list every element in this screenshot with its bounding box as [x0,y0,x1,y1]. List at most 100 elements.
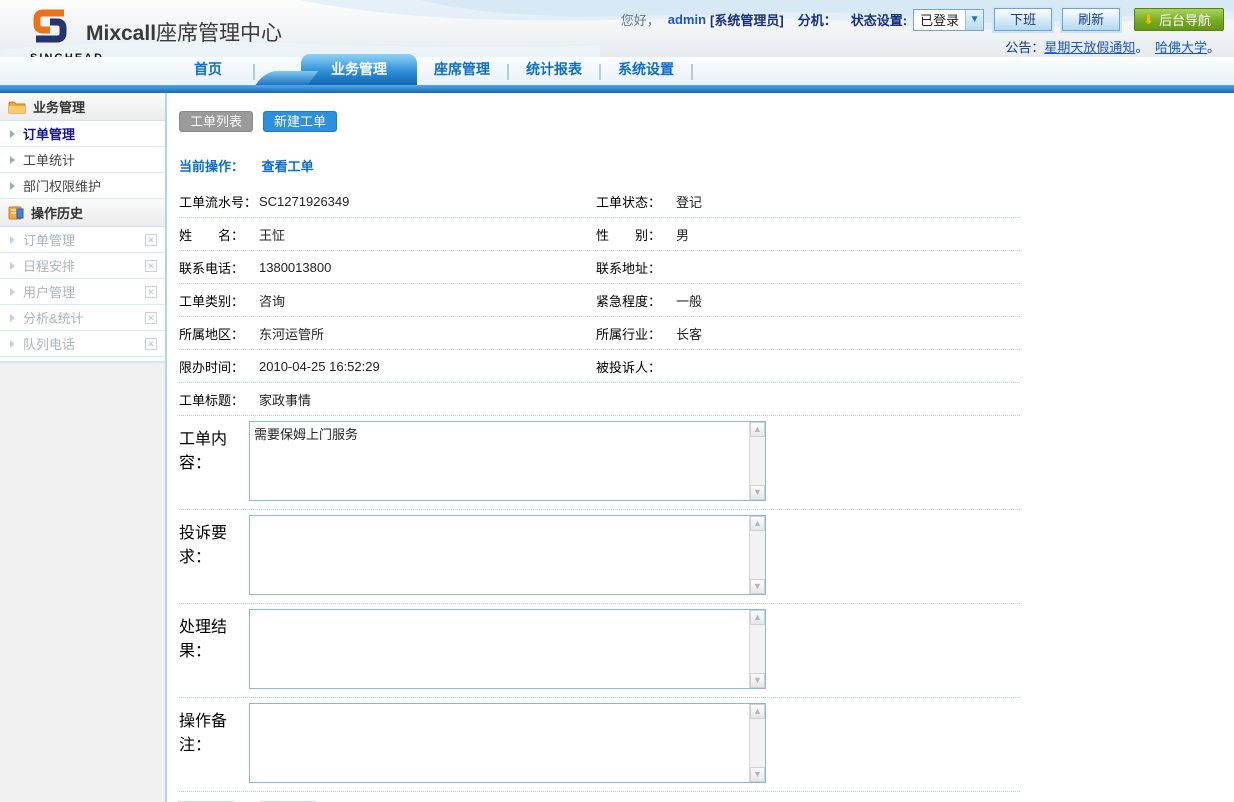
down-arrow-icon: ⬇ [1143,12,1154,28]
status-select[interactable]: 已登录 ▼ [913,9,984,31]
close-icon[interactable]: ✕ [145,312,157,324]
nav-divider [253,64,255,80]
scroll-down-icon[interactable]: ▼ [750,767,765,782]
operation-note-wrap: ▲ ▼ [249,703,766,783]
operation-note-textarea[interactable] [250,704,749,782]
field-label: 操作备注： [179,703,249,783]
form-row-region-industry: 所属地区： 东河运管所 所属行业： 长客 [179,317,1020,350]
extension-label: 分机： [798,10,837,29]
scroll-down-icon[interactable]: ▼ [750,673,765,688]
tab-business-management[interactable]: 业务管理 [301,54,417,85]
announcement-link-2[interactable]: 哈佛大学 [1155,40,1207,55]
close-icon[interactable]: ✕ [145,260,157,272]
field-label: 所属地区： [179,324,259,343]
ticket-list-button[interactable]: 工单列表 [179,111,253,132]
title-en: Mixcall [86,22,156,45]
new-ticket-button[interactable]: 新建工单 [263,111,337,132]
username: admin [668,12,706,27]
scrollbar[interactable]: ▲ ▼ [749,610,765,688]
scroll-up-icon[interactable]: ▲ [750,704,765,719]
announcement-link-1[interactable]: 星期天放假通知 [1044,40,1135,55]
arrow-right-icon [10,314,15,322]
sidebar-section-business[interactable]: 业务管理 [0,93,165,121]
singhead-logo-icon [28,6,72,46]
history-item-analysis-statistics[interactable]: 分析&统计 ✕ [0,305,165,331]
scroll-up-icon[interactable]: ▲ [750,610,765,625]
tab-statistics-report[interactable]: 统计报表 [509,54,599,85]
sidebar: 业务管理 订单管理 工单统计 部门权限维护 操作历史 订单管理 ✕ [0,93,167,802]
folder-icon [8,100,26,114]
field-label: 所属行业： [596,324,676,343]
history-item-order-management[interactable]: 订单管理 ✕ [0,227,165,253]
scrollbar[interactable]: ▲ ▼ [749,516,765,594]
sidebar-item-label: 订单管理 [23,230,75,249]
complaint-request-textarea[interactable] [250,516,749,594]
history-item-schedule[interactable]: 日程安排 ✕ [0,253,165,279]
form-row-content: 工单内容： 需要保姆上门服务 ▲ ▼ [179,416,1020,510]
field-label: 联系电话： [179,258,259,277]
history-icon [8,206,24,220]
scrollbar[interactable]: ▲ ▼ [749,704,765,782]
chevron-down-icon[interactable]: ▼ [965,10,983,30]
history-item-queue-calls[interactable]: 队列电话 ✕ [0,331,165,357]
ticket-content-textarea[interactable]: 需要保姆上门服务 [250,422,749,500]
form-row-title: 工单标题： 家政事情 [179,383,1020,416]
backstage-nav-button[interactable]: ⬇ 后台导航 [1134,8,1224,31]
field-label: 工单流水号： [179,192,259,211]
current-operation: 当前操作： 查看工单 [179,156,1234,175]
tab-home[interactable]: 首页 [163,54,253,85]
field-label: 联系地址： [596,258,676,277]
field-label: 工单标题： [179,390,259,409]
tab-system-settings[interactable]: 系统设置 [601,54,691,85]
form-row-category-urgency: 工单类别： 咨询 紧急程度： 一般 [179,284,1020,317]
sidebar-item-label: 部门权限维护 [23,176,101,195]
ticket-serial-value: SC1271926349 [259,194,596,209]
ticket-form: 工单流水号： SC1271926349 工单状态： 登记 姓 名： 王怔 性 别… [179,185,1020,792]
status-select-value: 已登录 [914,10,965,29]
ticket-status-value: 登记 [676,192,1020,211]
customer-name-value: 王怔 [259,225,596,244]
form-row-serial-status: 工单流水号： SC1271926349 工单状态： 登记 [179,185,1020,218]
title-cn: 座席管理中心 [156,22,282,45]
form-row-operation-note: 操作备注： ▲ ▼ [179,698,1020,792]
tab-seat-management[interactable]: 座席管理 [417,54,507,85]
sidebar-item-ticket-statistics[interactable]: 工单统计 [0,147,165,173]
field-label: 被投诉人： [596,357,676,376]
sidebar-item-order-management[interactable]: 订单管理 [0,121,165,147]
industry-value: 长客 [676,324,1020,343]
field-label: 性 别： [596,225,676,244]
gender-value: 男 [676,225,1020,244]
sidebar-filler [0,361,165,802]
nav-divider [691,64,693,80]
sidebar-item-label: 工单统计 [23,150,75,169]
phone-value: 1380013800 [259,260,596,275]
sidebar-section-history[interactable]: 操作历史 [0,199,165,227]
refresh-button[interactable]: 刷新 [1062,8,1120,31]
scroll-down-icon[interactable]: ▼ [750,485,765,500]
scroll-down-icon[interactable]: ▼ [750,579,765,594]
form-row-complaint-request: 投诉要求： ▲ ▼ [179,510,1020,604]
field-label: 姓 名： [179,225,259,244]
off-duty-button[interactable]: 下班 [994,8,1052,31]
handle-result-textarea[interactable] [250,610,749,688]
sidebar-item-label: 队列电话 [23,334,75,353]
sidebar-item-label: 用户管理 [23,282,75,301]
user-bar: 您好， admin [系统管理员] 分机： 状态设置: 已登录 ▼ 下班 刷新 … [621,8,1224,31]
greeting-text: 您好， [621,10,660,29]
current-operation-value: 查看工单 [262,159,314,174]
close-icon[interactable]: ✕ [145,286,157,298]
ticket-toolbar: 工单列表 新建工单 [179,111,1234,132]
close-icon[interactable]: ✕ [145,234,157,246]
region-value: 东河运管所 [259,324,596,343]
scroll-up-icon[interactable]: ▲ [750,422,765,437]
current-operation-label: 当前操作： [179,159,244,174]
close-icon[interactable]: ✕ [145,338,157,350]
sidebar-item-department-permissions[interactable]: 部门权限维护 [0,173,165,199]
scroll-up-icon[interactable]: ▲ [750,516,765,531]
arrow-right-icon [10,130,15,138]
scrollbar[interactable]: ▲ ▼ [749,422,765,500]
field-label: 紧急程度： [596,291,676,310]
page-title: Mixcall座席管理中心 [86,17,282,47]
status-label: 状态设置: [851,10,907,29]
history-item-user-management[interactable]: 用户管理 ✕ [0,279,165,305]
